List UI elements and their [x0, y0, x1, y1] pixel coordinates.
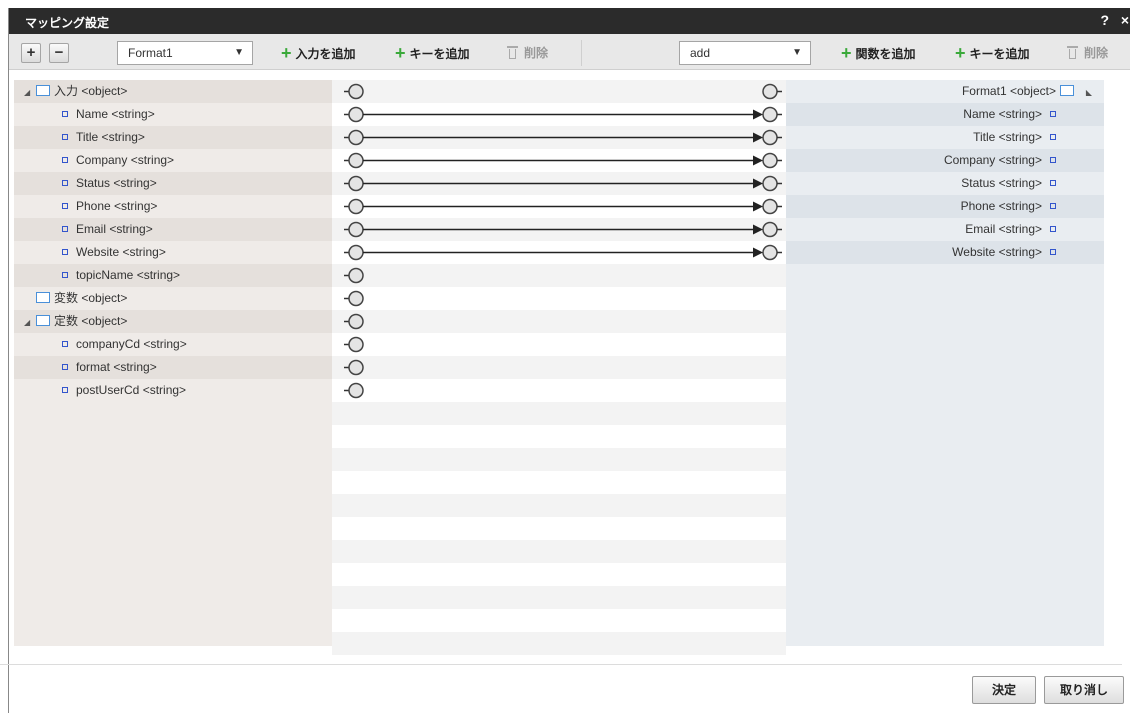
- close-icon[interactable]: ×: [1121, 12, 1129, 28]
- chevron-down-icon: ▼: [234, 47, 244, 58]
- dialog-title: マッピング設定: [25, 16, 110, 30]
- arrowhead-icon[interactable]: [753, 132, 763, 143]
- toolbar-divider: [581, 40, 582, 66]
- arrowhead-icon[interactable]: [753, 224, 763, 235]
- trash-icon: [1067, 46, 1078, 59]
- add-input-label: 入力を追加: [295, 47, 356, 61]
- ok-button[interactable]: 決定: [972, 676, 1036, 704]
- cancel-button[interactable]: 取り消し: [1044, 676, 1124, 704]
- arrowhead-icon[interactable]: [753, 155, 763, 166]
- mapping-connectors[interactable]: [14, 80, 1104, 646]
- output-port-handle[interactable]: [762, 175, 778, 192]
- input-port-handle[interactable]: [348, 83, 364, 100]
- input-port-handle[interactable]: [348, 382, 364, 399]
- input-port-handle[interactable]: [348, 359, 364, 376]
- chevron-down-icon: ▼: [792, 47, 802, 58]
- output-port-handle[interactable]: [762, 244, 778, 261]
- output-port-handle[interactable]: [762, 221, 778, 238]
- function-select[interactable]: add ▼: [679, 41, 811, 65]
- input-port-handle[interactable]: [348, 221, 364, 238]
- output-port-handle[interactable]: [762, 198, 778, 215]
- delete-left-button[interactable]: 削除: [503, 41, 557, 65]
- add-function-label: 関数を追加: [855, 47, 916, 61]
- plus-icon: +: [395, 43, 406, 63]
- input-port-handle[interactable]: [348, 267, 364, 284]
- add-key-left-label: キーを追加: [409, 47, 470, 61]
- input-port-handle[interactable]: [348, 290, 364, 307]
- add-input-button[interactable]: + 入力を追加: [277, 41, 364, 65]
- output-port-handle[interactable]: [762, 129, 778, 146]
- mapping-toolbar: + − Format1 ▼ + 入力を追加 + キーを追加 削除 add ▼ + 関数…: [9, 34, 1130, 70]
- output-port-handle[interactable]: [762, 106, 778, 123]
- input-port-handle[interactable]: [348, 106, 364, 123]
- plus-icon: +: [955, 43, 966, 63]
- plus-icon: +: [281, 43, 292, 63]
- delete-right-label: 削除: [1084, 46, 1109, 60]
- input-port-handle[interactable]: [348, 129, 364, 146]
- collapse-all-button[interactable]: −: [49, 43, 69, 63]
- add-key-right-button[interactable]: + キーを追加: [951, 41, 1038, 65]
- function-select-value: add: [690, 46, 711, 60]
- arrowhead-icon[interactable]: [753, 201, 763, 212]
- output-port-handle[interactable]: [762, 83, 778, 100]
- input-port-handle[interactable]: [348, 313, 364, 330]
- input-port-handle[interactable]: [348, 198, 364, 215]
- arrowhead-icon[interactable]: [753, 247, 763, 258]
- dialog-titlebar[interactable]: マッピング設定 ? ×: [9, 8, 1130, 34]
- mapping-area: ◢ 入力 <object> Name <string> Title <string> C…: [14, 80, 1104, 655]
- expand-all-button[interactable]: +: [21, 43, 41, 63]
- add-key-right-label: キーを追加: [969, 47, 1030, 61]
- delete-right-button[interactable]: 削除: [1063, 41, 1117, 65]
- input-port-handle[interactable]: [348, 244, 364, 261]
- format-select[interactable]: Format1 ▼: [117, 41, 253, 65]
- footer-divider: [0, 664, 1122, 665]
- output-port-handle[interactable]: [762, 152, 778, 169]
- plus-icon: +: [841, 43, 852, 63]
- add-key-left-button[interactable]: + キーを追加: [391, 41, 478, 65]
- input-port-handle[interactable]: [348, 336, 364, 353]
- arrowhead-icon[interactable]: [753, 109, 763, 120]
- format-select-value: Format1: [128, 46, 173, 60]
- delete-left-label: 削除: [524, 46, 549, 60]
- input-port-handle[interactable]: [348, 175, 364, 192]
- trash-icon: [507, 46, 518, 59]
- input-port-handle[interactable]: [348, 152, 364, 169]
- help-icon[interactable]: ?: [1100, 12, 1109, 28]
- add-function-button[interactable]: + 関数を追加: [837, 41, 924, 65]
- arrowhead-icon[interactable]: [753, 178, 763, 189]
